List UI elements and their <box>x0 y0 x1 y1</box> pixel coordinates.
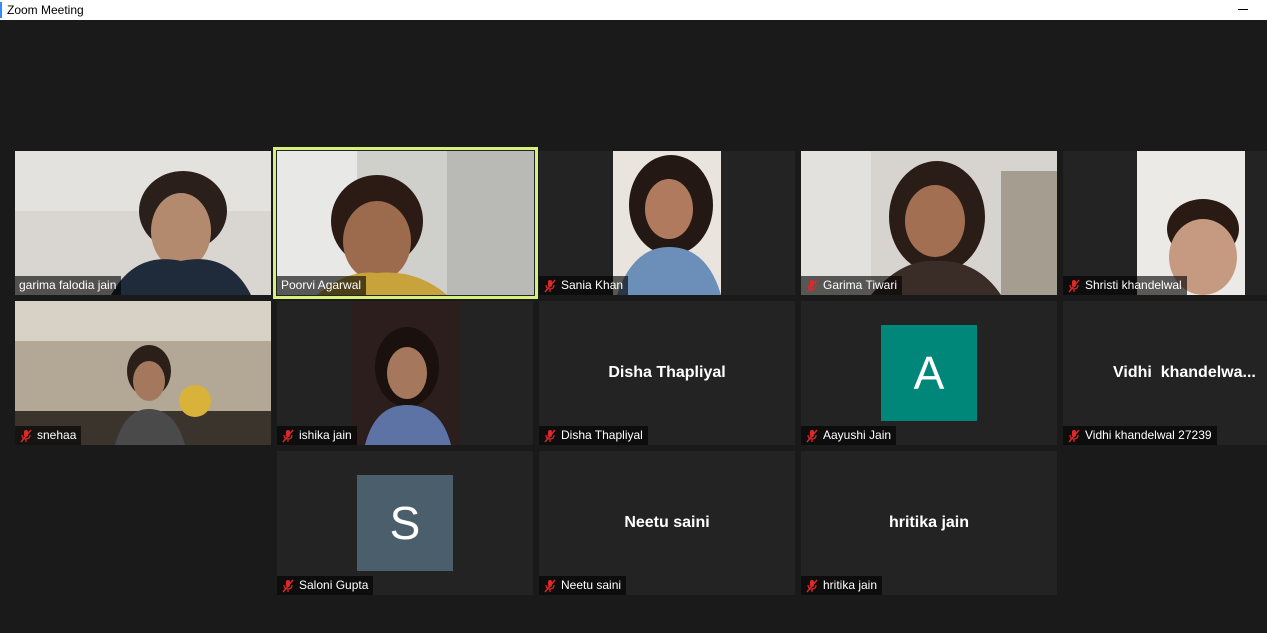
participant-name: snehaa <box>37 428 77 442</box>
participant-tile[interactable]: Neetu saini Neetu saini <box>539 451 795 595</box>
minimize-button[interactable] <box>1221 0 1267 20</box>
window-titlebar: Zoom Meeting <box>0 0 1267 20</box>
participant-display-name: hritika jain <box>888 514 970 531</box>
participant-tile[interactable]: S Saloni Gupta <box>277 451 533 595</box>
participant-tile[interactable]: garima falodia jain <box>15 151 271 295</box>
participant-name-tag: Neetu saini <box>539 576 627 595</box>
participant-name-tag: hritika jain <box>801 576 883 595</box>
muted-mic-icon <box>282 429 294 442</box>
participant-name: Neetu saini <box>561 578 622 592</box>
participant-avatar: A <box>881 325 977 421</box>
participant-name-tag: snehaa <box>15 426 82 445</box>
participant-name: Shristi khandelwal <box>1085 278 1182 292</box>
muted-mic-icon <box>282 579 294 592</box>
participant-video <box>15 301 271 445</box>
participant-tile[interactable]: hritika jain hritika jain <box>801 451 1057 595</box>
muted-mic-icon <box>544 429 556 442</box>
participant-name-tag: Shristi khandelwal <box>1063 276 1187 295</box>
muted-mic-icon <box>544 579 556 592</box>
participant-name: ishika jain <box>299 428 352 442</box>
participant-tile-active-speaker[interactable]: Poorvi Agarwal <box>273 147 538 299</box>
participant-video <box>277 151 534 295</box>
participant-name: hritika jain <box>823 578 878 592</box>
participant-name-tag: Garima Tiwari <box>801 276 903 295</box>
participant-avatar: S <box>357 475 453 571</box>
participant-name-tag: Vidhi khandelwal 27239 <box>1063 426 1217 445</box>
participant-display-name: Disha Thapliyal <box>608 364 726 381</box>
participant-video <box>1137 151 1245 295</box>
participant-name-tag: garima falodia jain <box>15 276 122 295</box>
participant-tile[interactable]: A Aayushi Jain <box>801 301 1057 445</box>
muted-mic-icon <box>20 429 32 442</box>
participant-video <box>351 301 459 445</box>
participant-name: Garima Tiwari <box>823 278 898 292</box>
participant-name: Sania Khan <box>561 278 624 292</box>
zoom-accent <box>0 2 2 18</box>
participant-name: Vidhi khandelwal 27239 <box>1085 428 1212 442</box>
participant-video <box>801 151 1057 295</box>
video-gallery: garima falodia jain Poorvi Agarwal Sania… <box>0 20 1267 633</box>
participant-video <box>15 151 271 295</box>
participant-tile[interactable]: Garima Tiwari <box>801 151 1057 295</box>
participant-tile[interactable]: ishika jain <box>277 301 533 445</box>
participant-tile[interactable]: Vidhi khandelwa... Vidhi khandelwal 2723… <box>1063 301 1267 445</box>
participant-tile[interactable]: Disha Thapliyal Disha Thapliyal <box>539 301 795 445</box>
participant-video <box>613 151 721 295</box>
muted-mic-icon <box>806 429 818 442</box>
muted-mic-icon <box>1068 279 1080 292</box>
participant-name: Saloni Gupta <box>299 578 369 592</box>
participant-tile[interactable]: snehaa <box>15 301 271 445</box>
participant-tile[interactable]: Shristi khandelwal <box>1063 151 1267 295</box>
participant-name-tag: Sania Khan <box>539 276 629 295</box>
participant-tile[interactable]: Sania Khan <box>539 151 795 295</box>
participant-name: Aayushi Jain <box>823 428 892 442</box>
minimize-icon <box>1238 9 1248 10</box>
participant-name-tag: Poorvi Agarwal <box>277 276 367 295</box>
muted-mic-icon <box>1068 429 1080 442</box>
participant-name: garima falodia jain <box>19 278 117 292</box>
window-title: Zoom Meeting <box>7 3 84 17</box>
participant-name-tag: ishika jain <box>277 426 357 445</box>
participant-display-name: Neetu saini <box>624 514 710 531</box>
participant-display-name: Vidhi khandelwa... <box>1113 364 1256 381</box>
participant-name: Disha Thapliyal <box>561 428 643 442</box>
participant-name-tag: Saloni Gupta <box>277 576 374 595</box>
participant-name: Poorvi Agarwal <box>281 278 362 292</box>
muted-mic-icon <box>806 579 818 592</box>
muted-mic-icon <box>544 279 556 292</box>
muted-mic-icon <box>806 279 818 292</box>
participant-name-tag: Aayushi Jain <box>801 426 897 445</box>
participant-name-tag: Disha Thapliyal <box>539 426 648 445</box>
